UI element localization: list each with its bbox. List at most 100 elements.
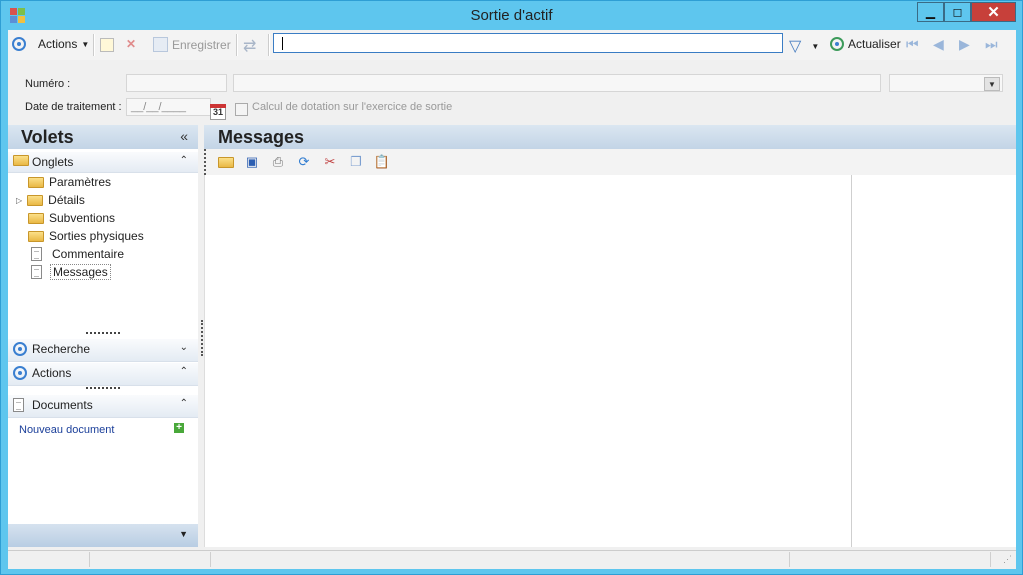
actions-group-icon bbox=[13, 366, 27, 383]
actions-icon bbox=[12, 37, 26, 51]
app-window: Sortie d'actif ▁ ◻ ✕ Actions ▼ ✕ Enregis… bbox=[0, 0, 1023, 575]
sync-button[interactable]: ⇄ bbox=[243, 36, 256, 56]
refresh-label: Actualiser bbox=[848, 37, 901, 51]
delete-icon: ✕ bbox=[126, 37, 137, 51]
actions-group-header[interactable]: Actions ⌃ bbox=[8, 363, 198, 386]
documents-label: Documents bbox=[32, 398, 93, 412]
dropdown-arrow-icon: ▼ bbox=[81, 39, 90, 49]
tree-item-messages[interactable]: Messages bbox=[31, 263, 111, 281]
numero-field[interactable] bbox=[126, 74, 227, 92]
save-button[interactable]: Enregistrer bbox=[153, 37, 231, 52]
new-button[interactable] bbox=[100, 38, 114, 52]
expand-arrow-icon[interactable]: ▷ bbox=[16, 196, 22, 205]
onglets-label: Onglets bbox=[32, 155, 74, 169]
chevron-up-icon[interactable]: ⌃ bbox=[180, 366, 188, 377]
tree-item-commentaire[interactable]: Commentaire bbox=[31, 245, 124, 263]
chevron-down-icon[interactable]: ⌄ bbox=[180, 342, 188, 353]
sync-icon: ⇄ bbox=[243, 38, 257, 55]
document-icon bbox=[31, 265, 42, 279]
refresh-icon bbox=[830, 37, 844, 51]
status-cell bbox=[790, 552, 991, 567]
refresh-icon[interactable]: ⟳ bbox=[296, 154, 312, 170]
actions-menu-button[interactable]: Actions ▼ bbox=[12, 37, 89, 51]
folder-icon bbox=[13, 155, 29, 169]
recherche-icon bbox=[13, 342, 27, 359]
chevron-down-icon[interactable]: ▼ bbox=[984, 77, 1000, 91]
close-button[interactable]: ✕ bbox=[971, 2, 1016, 22]
paste-icon[interactable]: 📋 bbox=[374, 154, 390, 170]
tree-item-sorties-physiques[interactable]: Sorties physiques bbox=[28, 227, 144, 245]
tree-item-subventions[interactable]: Subventions bbox=[28, 209, 115, 227]
group-resize-grip[interactable] bbox=[86, 387, 120, 391]
messages-header: Messages bbox=[204, 125, 1016, 149]
status-cell bbox=[211, 552, 790, 567]
tree-item-label: Détails bbox=[48, 193, 85, 207]
toolbar-separator bbox=[236, 34, 238, 56]
filter-icon: ▽ bbox=[789, 38, 802, 55]
document-icon bbox=[31, 247, 42, 261]
client-area: Actions ▼ ✕ Enregistrer ⇄ ▽ ▼ Actualiser… bbox=[8, 30, 1016, 569]
filter-button[interactable]: ▽ ▼ bbox=[789, 36, 819, 56]
tree-item-label: Messages bbox=[50, 264, 111, 280]
status-cell bbox=[90, 552, 211, 567]
messages-toolbar: ▣ ⎙ ⟳ ✂ ❐ 📋 bbox=[204, 149, 1016, 175]
tree-item-label: Paramètres bbox=[49, 175, 112, 189]
tree-item-label: Commentaire bbox=[52, 247, 125, 261]
toolbar-separator bbox=[93, 34, 95, 56]
new-document-icon bbox=[100, 38, 114, 52]
onglets-group-header[interactable]: Onglets ⌃ bbox=[8, 152, 198, 173]
folder-icon bbox=[28, 176, 44, 188]
tree-item-parametres[interactable]: Paramètres bbox=[28, 173, 111, 191]
actions-label: Actions bbox=[38, 37, 78, 51]
volets-header: Volets « bbox=[8, 125, 198, 149]
last-record-icon[interactable]: ⏭ bbox=[985, 36, 998, 53]
folder-icon bbox=[27, 194, 44, 206]
tree-item-label: Sorties physiques bbox=[49, 229, 144, 243]
group-resize-grip[interactable] bbox=[86, 332, 120, 336]
refresh-button[interactable]: Actualiser bbox=[830, 37, 901, 51]
filter-dropdown-arrow-icon: ▼ bbox=[811, 41, 820, 51]
minimize-button[interactable]: ▁ bbox=[917, 2, 944, 22]
tree-item-label: Subventions bbox=[49, 211, 116, 225]
record-header-form: Numéro : Date de traitement : __/__/____… bbox=[8, 60, 1016, 120]
open-folder-icon[interactable] bbox=[218, 154, 234, 170]
recherche-label: Recherche bbox=[32, 342, 91, 356]
column-divider bbox=[851, 175, 852, 547]
collapse-pane-icon[interactable]: « bbox=[180, 128, 188, 144]
main-toolbar: Actions ▼ ✕ Enregistrer ⇄ ▽ ▼ Actualiser… bbox=[8, 30, 1016, 60]
save-icon[interactable]: ▣ bbox=[244, 154, 260, 170]
tree-item-details[interactable]: ▷ Détails bbox=[16, 191, 85, 209]
new-document-link[interactable]: Nouveau document bbox=[19, 424, 114, 436]
folder-icon bbox=[28, 212, 44, 224]
title-bar[interactable]: Sortie d'actif ▁ ◻ ✕ bbox=[1, 1, 1022, 30]
chevron-up-icon[interactable]: ⌃ bbox=[180, 155, 188, 166]
cut-icon[interactable]: ✂ bbox=[322, 154, 338, 170]
delete-button[interactable]: ✕ bbox=[126, 37, 136, 51]
volets-title: Volets bbox=[21, 127, 74, 147]
next-record-icon[interactable]: ▶ bbox=[959, 36, 970, 53]
date-field[interactable]: __/__/____ bbox=[126, 98, 211, 116]
maximize-button[interactable]: ◻ bbox=[944, 2, 971, 22]
date-label: Date de traitement : bbox=[25, 101, 122, 113]
previous-record-icon[interactable]: ◀ bbox=[933, 36, 944, 53]
chevron-up-icon[interactable]: ⌃ bbox=[180, 398, 188, 409]
messages-content-area[interactable] bbox=[204, 175, 1016, 547]
chevron-down-icon[interactable]: ▼ bbox=[179, 529, 188, 539]
documents-icon bbox=[13, 398, 24, 415]
window-title: Sortie d'actif bbox=[470, 7, 553, 24]
dotation-checkbox[interactable] bbox=[235, 103, 248, 116]
copy-icon[interactable]: ❐ bbox=[348, 154, 364, 170]
calendar-icon[interactable]: 31 bbox=[210, 104, 226, 120]
designation-field[interactable] bbox=[233, 74, 881, 92]
save-label: Enregistrer bbox=[172, 37, 231, 52]
print-icon[interactable]: ⎙ bbox=[270, 154, 286, 170]
add-document-icon[interactable]: + bbox=[174, 423, 184, 433]
documents-group-header[interactable]: Documents ⌃ bbox=[8, 395, 198, 418]
recherche-group-header[interactable]: Recherche ⌄ bbox=[8, 339, 198, 362]
resize-grip-icon[interactable]: ⋰ bbox=[1003, 554, 1012, 565]
first-record-icon[interactable]: ⏮ bbox=[906, 36, 919, 53]
messages-title: Messages bbox=[218, 127, 305, 147]
search-input[interactable] bbox=[273, 33, 783, 53]
status-cell bbox=[8, 552, 90, 567]
pane-overflow-bar[interactable]: ▼ bbox=[8, 524, 198, 547]
